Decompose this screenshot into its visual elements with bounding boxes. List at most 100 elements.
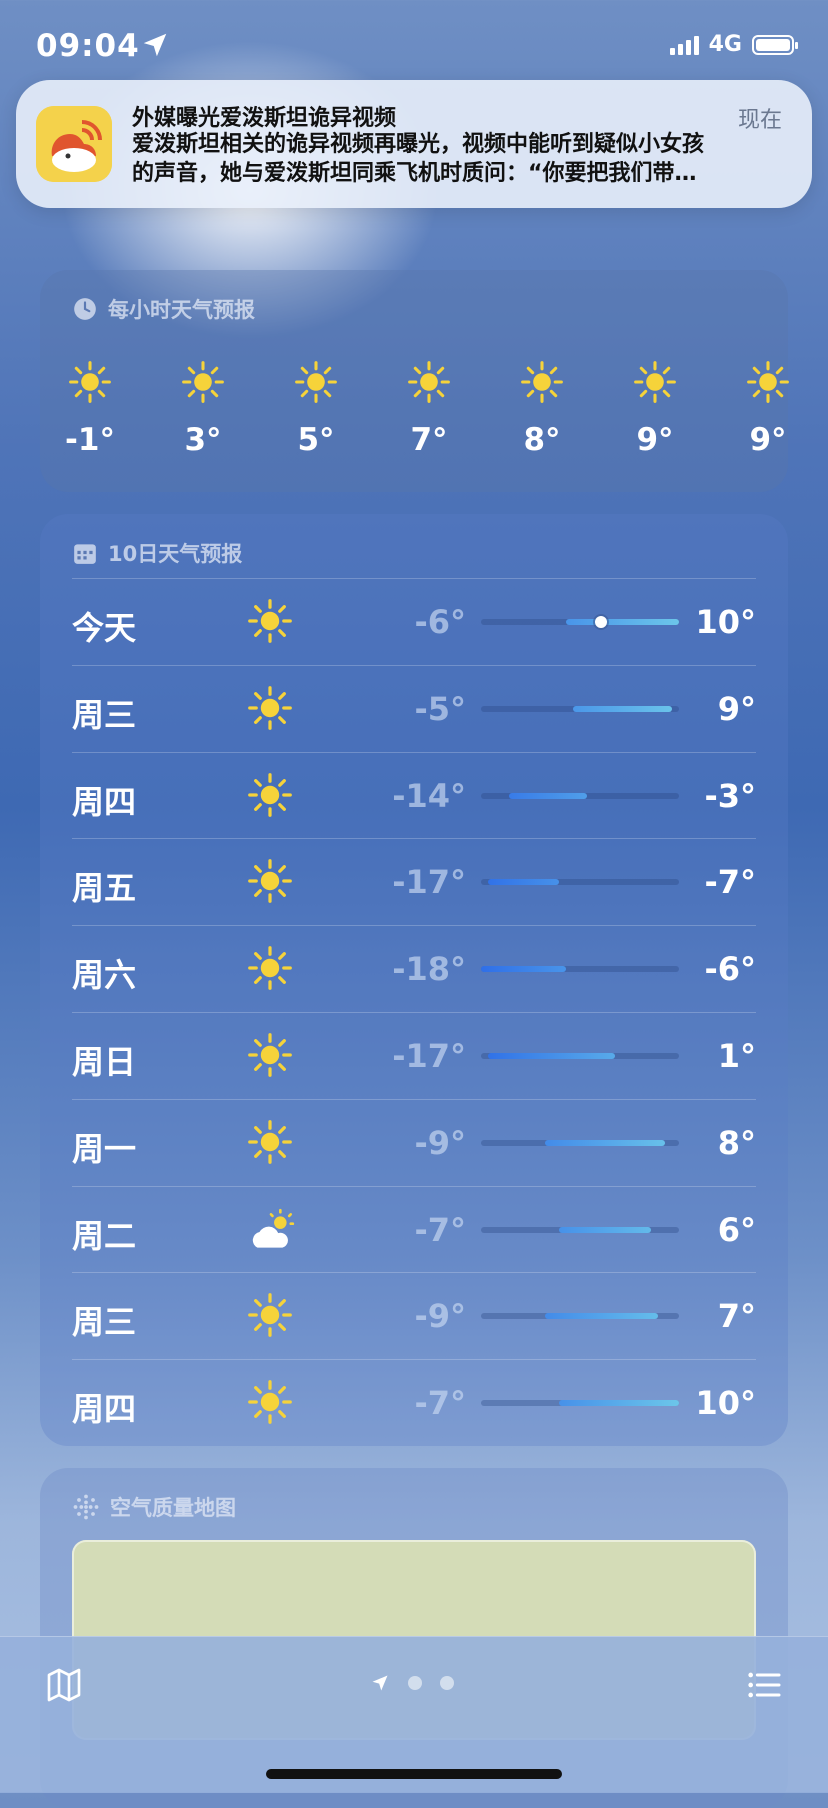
partly-cloudy-icon — [247, 1206, 297, 1260]
page-indicator[interactable] — [370, 1673, 454, 1693]
list-icon[interactable] — [744, 1665, 784, 1705]
current-location-icon — [372, 1675, 388, 1691]
status-time: 09:04 — [36, 28, 140, 64]
sun-icon — [247, 772, 293, 822]
temp-range-bar — [544, 1313, 658, 1320]
calendar-icon — [74, 544, 96, 564]
high-temp: 10° — [695, 603, 756, 641]
hourly-item: 3° — [163, 360, 243, 458]
map-icon[interactable] — [44, 1665, 84, 1705]
temp-range-track — [481, 966, 679, 973]
notification-body-line: 爱泼斯坦相关的诡异视频再曝光，视频中能听到疑似小女孩 — [132, 132, 705, 157]
air-quality-icon — [73, 1494, 99, 1520]
notification-banner[interactable]: 外媒曝光爱泼斯坦诡异视频 现在 爱泼斯坦相关的诡异视频再曝光，视频中能听到疑似小… — [16, 80, 812, 208]
high-temp: -3° — [704, 776, 756, 815]
daily-forecast-card[interactable]: 10日天气预报 今天 -6° 10° 周三 -5° 9° 周四 -14° -3°… — [40, 514, 788, 1446]
network-type: 4G — [708, 32, 742, 57]
bottom-toolbar — [0, 1636, 828, 1793]
sun-icon — [50, 360, 130, 404]
sun-icon — [247, 1119, 293, 1169]
page-dot[interactable] — [440, 1676, 454, 1690]
sun-icon — [502, 360, 582, 404]
temp-range-track — [481, 1053, 679, 1059]
temp-range-track — [481, 879, 679, 886]
hourly-item: 9° — [728, 360, 808, 458]
sun-icon — [247, 1032, 293, 1082]
hourly-forecast-card[interactable]: 每小时天气预报 -1° 3° 5° 7° 8° 9° 9° — [40, 270, 789, 492]
daily-row[interactable]: 周三 -5° 9° — [72, 664, 756, 752]
high-temp: 10° — [695, 1384, 756, 1423]
daily-row[interactable]: 周二 -7° 6° — [72, 1185, 756, 1273]
notification-body: 爱泼斯坦相关的诡异视频再曝光，视频中能听到疑似小女孩 的声音，她与爱泼斯坦同乘飞… — [132, 130, 792, 188]
day-label: 周二 — [72, 1216, 137, 1255]
home-indicator[interactable] — [266, 1769, 562, 1779]
day-label: 周日 — [72, 1043, 137, 1081]
temp-range-track — [481, 705, 679, 712]
day-label: 周三 — [72, 1303, 137, 1342]
high-temp: 8° — [717, 1123, 756, 1162]
low-temp: -5° — [414, 689, 466, 728]
sun-icon — [247, 858, 293, 908]
high-temp: 7° — [717, 1297, 756, 1336]
hourly-item: 5° — [276, 360, 356, 458]
sun-icon — [163, 360, 243, 404]
low-temp: -7° — [414, 1210, 466, 1249]
temp-range-track — [481, 1313, 679, 1320]
status-bar: 09:04 4G — [36, 28, 798, 68]
location-arrow-icon — [143, 33, 167, 57]
low-temp: -7° — [414, 1384, 466, 1423]
air-quality-title: 空气质量地图 — [110, 1496, 236, 1520]
notification-title: 外媒曝光爱泼斯坦诡异视频 — [132, 106, 397, 131]
high-temp: 9° — [717, 689, 756, 728]
daily-row[interactable]: 今天 -6° 10° — [72, 578, 756, 665]
temp-range-bar — [558, 1226, 651, 1233]
day-label: 今天 — [72, 609, 137, 647]
low-temp: -9° — [414, 1297, 466, 1336]
daily-row[interactable]: 周一 -9° 8° — [72, 1098, 756, 1186]
hourly-temp: 5° — [297, 422, 335, 458]
sun-icon — [247, 1292, 293, 1342]
high-temp: 6° — [717, 1210, 756, 1249]
app-icon — [36, 106, 112, 182]
hourly-temp: 7° — [410, 422, 448, 458]
clock-icon — [74, 298, 96, 320]
hourly-temp: 8° — [523, 422, 561, 458]
low-temp: -6° — [414, 603, 466, 641]
sun-icon — [276, 360, 356, 404]
daily-row[interactable]: 周三 -9° 7° — [72, 1272, 756, 1359]
daily-row[interactable]: 周六 -18° -6° — [72, 925, 756, 1012]
temp-range-bar — [488, 879, 559, 886]
day-label: 周四 — [72, 1390, 137, 1429]
day-label: 周六 — [72, 956, 137, 995]
hourly-item: 7° — [389, 360, 469, 458]
temp-range-bar — [509, 792, 588, 799]
temp-range-track — [481, 1139, 679, 1146]
low-temp: -17° — [392, 1037, 466, 1075]
hourly-item: 9° — [615, 360, 695, 458]
page-dot[interactable] — [408, 1676, 422, 1690]
temp-range-track — [481, 1400, 679, 1407]
daily-row[interactable]: 周四 -7° 10° — [72, 1359, 756, 1446]
day-label: 周五 — [72, 869, 137, 908]
sun-icon — [389, 360, 469, 404]
day-label: 周四 — [72, 782, 137, 821]
sun-icon — [247, 685, 293, 735]
sun-icon — [247, 1379, 293, 1429]
sun-icon — [615, 360, 695, 404]
temp-range-bar — [572, 705, 672, 712]
low-temp: -14° — [392, 776, 466, 815]
day-label: 周三 — [72, 695, 137, 734]
hourly-temp: 9° — [636, 422, 674, 458]
high-temp: 1° — [717, 1037, 756, 1075]
sun-icon — [728, 360, 808, 404]
sun-icon — [247, 598, 293, 648]
low-temp: -9° — [414, 1123, 466, 1162]
daily-row[interactable]: 周四 -14° -3° — [72, 751, 756, 839]
hourly-temp: 9° — [749, 422, 787, 458]
daily-row[interactable]: 周日 -17° 1° — [72, 1012, 756, 1099]
low-temp: -17° — [392, 863, 466, 902]
hourly-temp: 3° — [184, 422, 222, 458]
daily-row[interactable]: 周五 -17° -7° — [72, 838, 756, 925]
temp-range-track — [481, 792, 679, 799]
temp-range-track — [481, 616, 679, 628]
